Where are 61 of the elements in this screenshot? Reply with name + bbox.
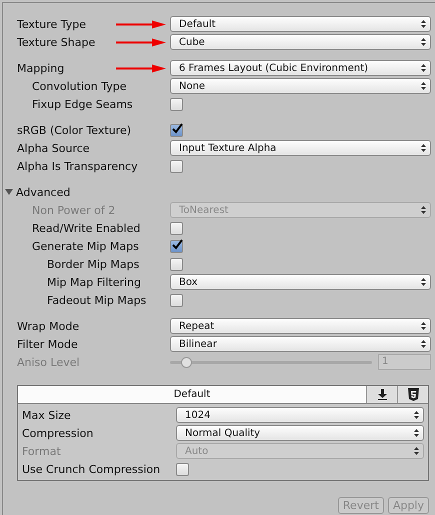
slider[interactable]	[170, 356, 372, 368]
dropdown-arrows-icon	[421, 322, 426, 330]
dropdown[interactable]: Cube	[170, 34, 431, 50]
dropdown[interactable]: Repeat	[170, 318, 431, 334]
dropdown-arrows-icon	[421, 64, 426, 72]
foldout-header[interactable]: Advanced	[5, 183, 431, 201]
field-label: Use Crunch Compression	[22, 462, 160, 476]
checkbox[interactable]	[170, 240, 183, 252]
triangle-icon	[5, 188, 13, 196]
download-icon	[378, 389, 386, 400]
field-label: Mip Map Filtering	[47, 276, 141, 288]
field-label: Border Mip Maps	[47, 258, 140, 270]
dropdown-arrows-icon	[421, 20, 426, 28]
field-label: Alpha Is Transparency	[17, 160, 138, 172]
field-label: Wrap Mode	[17, 320, 80, 332]
field-label: Mapping	[17, 62, 64, 74]
dropdown[interactable]: Bilinear	[170, 336, 431, 352]
dropdown[interactable]: Default	[170, 16, 431, 32]
dropdown-arrows-icon	[414, 429, 419, 437]
field-label: Convolution Type	[32, 80, 126, 92]
field-label: Fadeout Mip Maps	[47, 294, 146, 306]
dropdown-arrows-icon	[421, 144, 426, 152]
dropdown-arrows-icon	[421, 82, 426, 90]
dropdown-arrows-icon	[421, 340, 426, 348]
field-label: Aniso Level	[17, 356, 80, 368]
dropdown-arrows-icon	[414, 411, 419, 419]
checkbox[interactable]	[176, 462, 189, 476]
checkbox[interactable]	[170, 124, 183, 136]
dropdown-arrows-icon	[421, 38, 426, 46]
field-label: Generate Mip Maps	[32, 240, 139, 252]
field-label: Filter Mode	[17, 338, 78, 350]
field-label: Non Power of 2	[32, 204, 116, 216]
dropdown[interactable]: Box	[170, 274, 431, 290]
field-label: Texture Type	[17, 18, 86, 30]
checkbox[interactable]	[170, 294, 183, 306]
dropdown[interactable]: 1024	[176, 407, 424, 423]
field-label: Compression	[22, 426, 94, 440]
dropdown-arrows-icon	[421, 206, 426, 214]
field-label: Fixup Edge Seams	[32, 98, 133, 110]
checkbox[interactable]	[170, 258, 183, 270]
platform-tab[interactable]: Default	[18, 386, 366, 403]
field-label: Read/Write Enabled	[32, 222, 140, 234]
dropdown[interactable]: 6 Frames Layout (Cubic Environment)	[170, 60, 431, 76]
dropdown[interactable]: Input Texture Alpha	[170, 140, 431, 156]
platform-tab[interactable]	[397, 386, 428, 403]
checkmark-icon	[172, 238, 183, 250]
dropdown-arrows-icon	[421, 278, 426, 286]
field-label: Format	[22, 444, 61, 458]
dropdown[interactable]: Normal Quality	[176, 425, 424, 441]
field-label: sRGB (Color Texture)	[17, 124, 132, 136]
platform-tab[interactable]	[366, 386, 397, 403]
field-label: Max Size	[22, 408, 71, 422]
checkmark-icon	[172, 122, 183, 134]
html5-icon	[408, 388, 418, 401]
dropdown-arrows-icon	[414, 447, 419, 455]
checkbox[interactable]	[170, 160, 183, 172]
checkbox[interactable]	[170, 98, 183, 110]
checkbox[interactable]	[170, 222, 183, 234]
dropdown[interactable]: None	[170, 78, 431, 94]
field-label: Alpha Source	[17, 142, 90, 154]
field-label: Texture Shape	[17, 36, 96, 48]
